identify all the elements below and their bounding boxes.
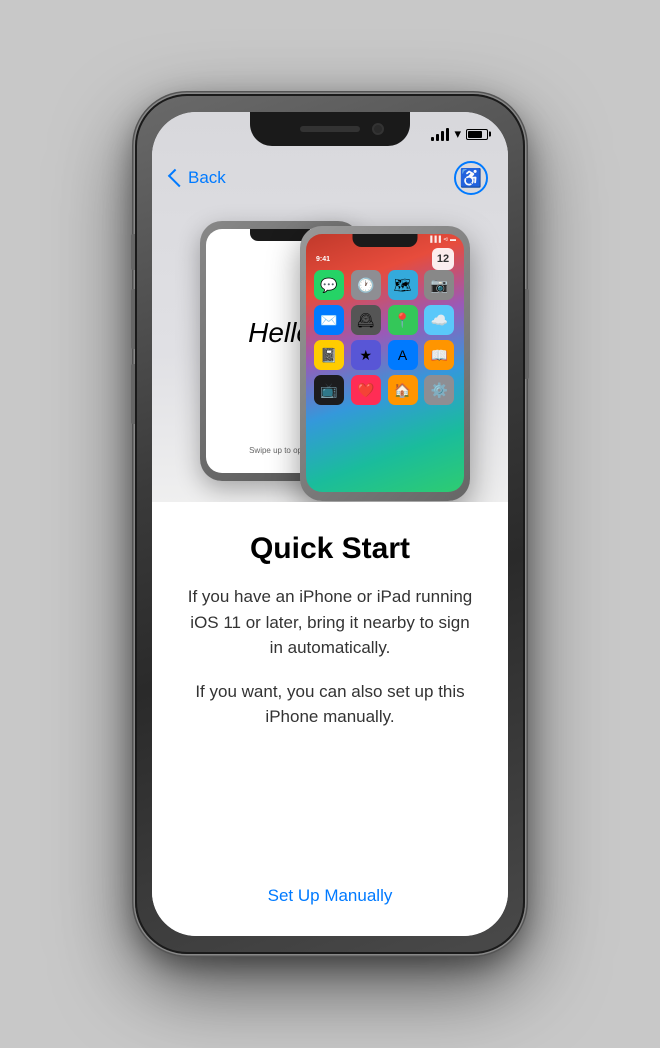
home-phone-notch [353,234,418,247]
home-phone-screen: ▐▐▐⊲▬ 9:41 12 💬 🕐 🗺 📷 ✉️ [306,234,464,492]
app-mail: ✉️ [314,305,344,335]
app-cloud: ☁️ [424,305,454,335]
home-phone-status: ▐▐▐⊲▬ [428,236,456,243]
app-tv: 📺 [314,375,344,405]
set-up-manually-button[interactable]: Set Up Manually [152,886,508,906]
wifi-icon: ▾ [454,126,461,142]
phones-illustration: Hello Swipe up to open ▐▐▐⊲▬ 9:41 12 [190,211,470,501]
nav-bar: Back ♿ [152,156,508,200]
app-grid: 💬 🕐 🗺 📷 ✉️ 🕰 📍 ☁️ 📓 ★ A 📖 [312,270,458,405]
notch [250,112,410,146]
quick-start-description1: If you have an iPhone or iPad running iO… [182,584,478,661]
status-icons: ▾ [431,126,488,142]
power-button[interactable] [525,289,529,379]
speaker [300,126,360,132]
app-reminders: ★ [351,340,381,370]
app-maps: 🗺 [388,270,418,300]
mute-button[interactable] [131,234,135,270]
front-camera [372,123,384,135]
phone-screen: 9:41 ▾ Back ♿ [152,112,508,936]
accessibility-icon: ♿ [460,169,482,187]
app-clock: 🕐 [351,270,381,300]
quick-start-title: Quick Start [250,532,410,566]
phone-frame: 9:41 ▾ Back ♿ [135,94,525,954]
quick-start-description2: If you want, you can also set up this iP… [182,679,478,730]
app-settings2: 🕰 [351,305,381,335]
app-maps2: 📍 [388,305,418,335]
home-phone-date-bar: 9:41 12 [306,248,464,270]
app-camera: 📷 [424,270,454,300]
app-store: A [388,340,418,370]
app-messages: 💬 [314,270,344,300]
app-notes: 📓 [314,340,344,370]
app-books: 📖 [424,340,454,370]
app-settings: ⚙️ [424,375,454,405]
app-home: 🏠 [388,375,418,405]
volume-down-button[interactable] [131,364,135,424]
volume-up-button[interactable] [131,289,135,349]
back-button[interactable]: Back [172,168,226,188]
home-phone-time: 9:41 [316,256,330,263]
home-phone-date: 12 [432,248,454,270]
content-section: Quick Start If you have an iPhone or iPa… [152,502,508,936]
back-chevron-icon [168,169,186,187]
battery-icon [466,129,488,140]
app-health: ❤️ [351,375,381,405]
back-label: Back [188,168,226,188]
home-phone: ▐▐▐⊲▬ 9:41 12 💬 🕐 🗺 📷 ✉️ [300,226,470,501]
signal-icon [431,127,449,141]
accessibility-button[interactable]: ♿ [454,161,488,195]
